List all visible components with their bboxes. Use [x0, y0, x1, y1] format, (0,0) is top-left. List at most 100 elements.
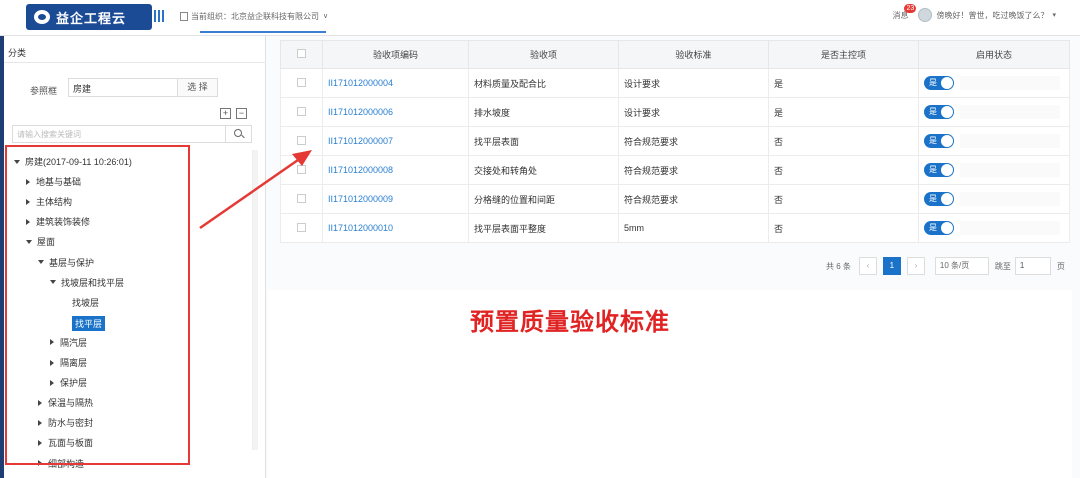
page-1-button[interactable]: 1 — [882, 257, 901, 275]
table-row[interactable]: II171012000007 找平层表面 符合规范要求否 是 — [280, 126, 1070, 156]
code-link[interactable]: II171012000004 — [328, 78, 393, 88]
table-row[interactable]: II171012000008 交接处和转角处 符合规范要求否 是 — [280, 155, 1070, 185]
standard-cell: 符合规范要求 — [618, 126, 769, 156]
tree-highlight-frame — [5, 145, 190, 465]
jump-page-input[interactable]: 1 — [1014, 257, 1051, 275]
reference-input[interactable]: 房建 — [68, 78, 178, 97]
app-logo[interactable]: 益企工程云 — [26, 4, 152, 30]
total-count: 共 6 条 — [826, 261, 851, 271]
annotation-caption: 预置质量验收标准 — [470, 308, 670, 336]
table-body: II171012000004 材料质量及配合比 设计要求是是 II1710120000… — [280, 68, 1070, 243]
logo-icon — [34, 10, 50, 24]
status-toggle[interactable]: 是 — [924, 134, 954, 148]
select-button[interactable]: 选 择 — [178, 78, 218, 97]
table-row[interactable]: II171012000006 排水坡度 设计要求是是 — [280, 97, 1070, 127]
table-row[interactable]: II171012000009 分格缝的位置和间距 符合规范要求否 是 — [280, 184, 1070, 214]
row-checkbox-cell[interactable] — [280, 126, 323, 156]
toggle-knob — [941, 77, 953, 89]
status-toggle[interactable]: 是 — [924, 192, 954, 206]
row-checkbox-cell[interactable] — [280, 68, 323, 98]
main-control-cell: 否 — [768, 213, 919, 243]
status-cell: 是 — [918, 213, 1070, 243]
tree-search: 请输入搜索关键词 — [12, 125, 252, 143]
column-header-item: 验收项 — [468, 40, 619, 69]
main-control-cell: 否 — [768, 155, 919, 185]
row-checkbox[interactable] — [297, 193, 306, 203]
next-page-button[interactable]: › — [906, 257, 925, 275]
row-checkbox-cell[interactable] — [280, 184, 323, 214]
code-cell[interactable]: II171012000007 — [322, 126, 469, 156]
row-checkbox[interactable] — [297, 164, 306, 174]
prev-page-button[interactable]: ‹ — [858, 257, 877, 275]
search-input[interactable]: 请输入搜索关键词 — [17, 129, 81, 140]
top-navigation-bar: 益企工程云 当前组织：北京益企联科技有限公司 ∨ 消息 23 傍晚好！曾世，吃过… — [0, 0, 1080, 36]
status-cell: 是 — [918, 126, 1070, 156]
search-icon[interactable] — [225, 126, 251, 142]
status-spacer — [960, 105, 1060, 119]
code-cell[interactable]: II171012000006 — [322, 97, 469, 127]
table-header-row: 验收项编码 验收项 验收标准 是否主控项 启用状态 — [280, 40, 1070, 69]
avatar[interactable] — [918, 8, 933, 22]
messages-button[interactable]: 消息 23 — [892, 3, 917, 21]
user-area: 消息 23 傍晚好！曾世，吃过晚饭了么？ ▾ — [892, 3, 1056, 22]
item-cell: 找平层表面平整度 — [468, 213, 619, 243]
standard-cell: 符合规范要求 — [618, 184, 769, 214]
standard-cell: 设计要求 — [618, 68, 769, 98]
table-row[interactable]: II171012000004 材料质量及配合比 设计要求是是 — [280, 68, 1070, 98]
greeting-text[interactable]: 傍晚好！曾世，吃过晚饭了么？ — [936, 10, 1048, 21]
column-header-code: 验收项编码 — [322, 40, 469, 69]
status-toggle[interactable]: 是 — [924, 221, 954, 235]
toggle-knob — [941, 222, 953, 234]
code-link[interactable]: II171012000010 — [328, 223, 393, 233]
expand-all-icon[interactable]: + — [220, 108, 231, 119]
item-cell: 找平层表面 — [468, 126, 619, 156]
main-control-cell: 是 — [768, 97, 919, 127]
row-checkbox[interactable] — [297, 135, 306, 145]
toggle-label: 是 — [929, 165, 937, 174]
code-link[interactable]: II171012000006 — [328, 107, 393, 117]
standard-cell: 5mm — [618, 213, 769, 243]
panel-title: 分类 — [8, 48, 27, 58]
current-organization[interactable]: 当前组织：北京益企联科技有限公司 ∨ — [180, 8, 328, 24]
row-checkbox[interactable] — [297, 222, 306, 232]
blank-content-area — [268, 290, 1072, 478]
page-unit: 页 — [1056, 261, 1065, 271]
status-cell: 是 — [918, 184, 1070, 214]
header-checkbox-cell[interactable] — [280, 40, 323, 69]
code-cell[interactable]: II171012000009 — [322, 184, 469, 214]
status-spacer — [960, 192, 1060, 206]
status-toggle[interactable]: 是 — [924, 163, 954, 177]
user-menu-chevron-icon[interactable]: ▾ — [1052, 11, 1056, 19]
menu-toggle-icon[interactable] — [154, 10, 166, 22]
code-cell[interactable]: II171012000008 — [322, 155, 469, 185]
row-checkbox[interactable] — [297, 106, 306, 116]
status-spacer — [960, 76, 1060, 90]
code-cell[interactable]: II171012000004 — [322, 68, 469, 98]
status-cell: 是 — [918, 155, 1070, 185]
message-count-badge: 23 — [904, 3, 917, 13]
item-cell: 材料质量及配合比 — [468, 68, 619, 98]
divider — [4, 62, 266, 63]
row-checkbox[interactable] — [297, 77, 306, 87]
status-toggle[interactable]: 是 — [924, 76, 954, 90]
code-link[interactable]: II171012000008 — [328, 165, 393, 175]
tree-scrollbar[interactable] — [252, 150, 258, 450]
select-all-checkbox[interactable] — [297, 49, 306, 58]
row-checkbox-cell[interactable] — [280, 213, 323, 243]
code-link[interactable]: II171012000007 — [328, 136, 393, 146]
organization-label: 当前组织：北京益企联科技有限公司 — [191, 11, 319, 21]
status-toggle[interactable]: 是 — [924, 105, 954, 119]
code-cell[interactable]: II171012000010 — [322, 213, 469, 243]
code-link[interactable]: II171012000009 — [328, 194, 393, 204]
status-cell: 是 — [918, 97, 1070, 127]
collapse-all-icon[interactable]: − — [236, 108, 247, 119]
column-header-standard: 验收标准 — [618, 40, 769, 69]
row-checkbox-cell[interactable] — [280, 155, 323, 185]
standard-cell: 符合规范要求 — [618, 155, 769, 185]
toggle-label: 是 — [929, 136, 937, 145]
table-row[interactable]: II171012000010 找平层表面平整度 5mm 否 是 — [280, 213, 1070, 243]
row-checkbox-cell[interactable] — [280, 97, 323, 127]
toggle-knob — [941, 106, 953, 118]
item-cell: 交接处和转角处 — [468, 155, 619, 185]
page-size-select[interactable]: 10 条/页 — [934, 257, 989, 275]
